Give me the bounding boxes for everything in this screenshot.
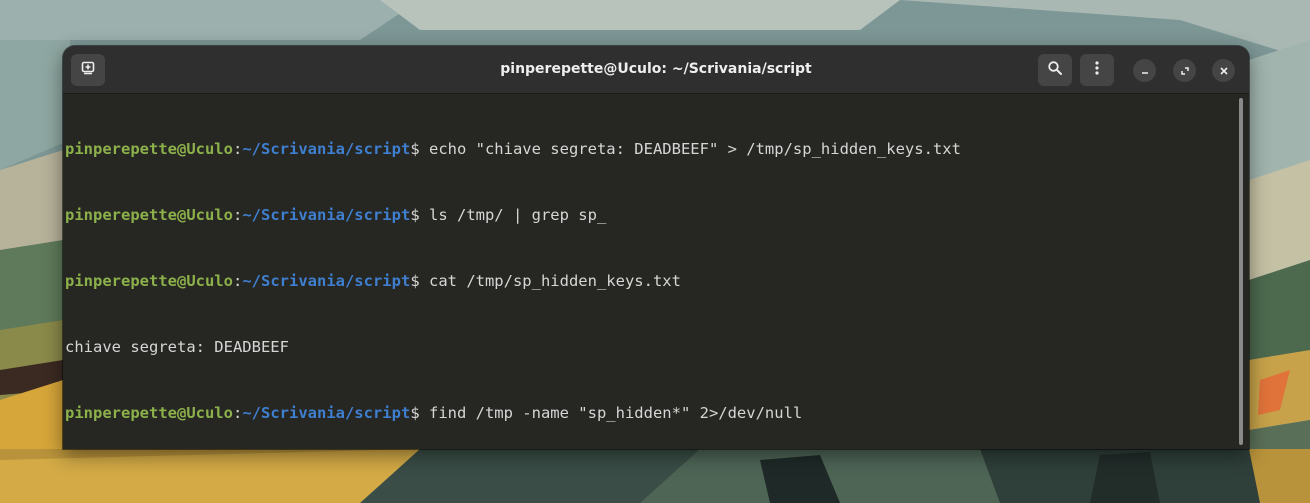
command-text: find /tmp -name "sp_hidden*" 2>/dev/null (419, 404, 803, 422)
new-tab-button[interactable] (71, 54, 105, 86)
maximize-icon (1180, 61, 1190, 80)
prompt-dollar: $ (410, 404, 420, 422)
minimize-icon (1140, 61, 1150, 80)
prompt-separator: : (232, 206, 243, 224)
terminal-line: pinperepette@Uculo:~/Scrivania/script$ e… (65, 138, 1239, 160)
header-bar: pinperepette@Uculo: ~/Scrivania/script (63, 46, 1249, 94)
prompt-dollar: $ (410, 272, 420, 290)
prompt-path: ~/Scrivania/script (242, 206, 411, 224)
minimize-button[interactable] (1133, 59, 1156, 82)
search-button[interactable] (1038, 54, 1072, 86)
terminal-line: pinperepette@Uculo:~/Scrivania/script$ f… (65, 402, 1239, 424)
prompt-user-host: pinperepette@Uculo (65, 404, 233, 422)
kebab-menu-icon (1089, 60, 1105, 80)
prompt-user-host: pinperepette@Uculo (65, 272, 233, 290)
prompt-dollar: $ (410, 140, 420, 158)
prompt-separator: : (232, 272, 243, 290)
terminal-window: pinperepette@Uculo: ~/Scrivania/script p… (63, 46, 1249, 449)
terminal-output[interactable]: pinperepette@Uculo:~/Scrivania/script$ e… (63, 94, 1239, 449)
command-text: cat /tmp/sp_hidden_keys.txt (419, 272, 681, 290)
prompt-path: ~/Scrivania/script (242, 404, 411, 422)
close-button[interactable] (1212, 59, 1235, 82)
prompt-user-host: pinperepette@Uculo (65, 206, 233, 224)
terminal-line: chiave segreta: DEADBEEF (65, 336, 1239, 358)
prompt-path: ~/Scrivania/script (242, 140, 411, 158)
vertical-scrollbar[interactable] (1239, 98, 1243, 445)
command-text: echo "chiave segreta: DEADBEEF" > /tmp/s… (419, 140, 961, 158)
maximize-button[interactable] (1173, 59, 1196, 82)
command-output: chiave segreta: DEADBEEF (65, 338, 289, 356)
prompt-user-host: pinperepette@Uculo (65, 140, 233, 158)
menu-button[interactable] (1080, 54, 1114, 86)
new-tab-icon (80, 60, 96, 80)
prompt-separator: : (232, 140, 243, 158)
prompt-dollar: $ (410, 206, 420, 224)
close-icon (1219, 61, 1229, 80)
terminal-line: pinperepette@Uculo:~/Scrivania/script$ l… (65, 204, 1239, 226)
search-icon (1047, 60, 1063, 80)
prompt-separator: : (232, 404, 243, 422)
prompt-path: ~/Scrivania/script (242, 272, 411, 290)
command-text: ls /tmp/ | grep sp_ (419, 206, 607, 224)
terminal-line: pinperepette@Uculo:~/Scrivania/script$ c… (65, 270, 1239, 292)
